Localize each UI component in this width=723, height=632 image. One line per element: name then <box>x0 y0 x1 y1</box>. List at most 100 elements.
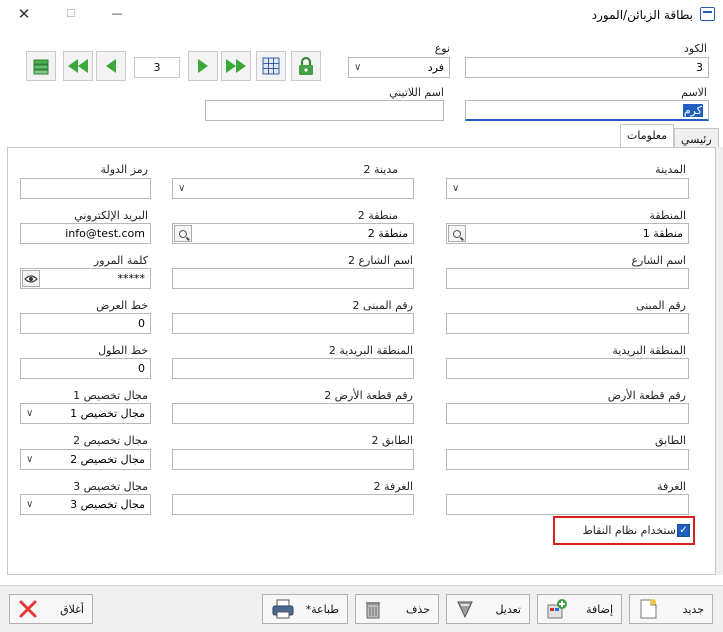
plot2-label: رقم قطعة الأرض 2 <box>324 389 413 402</box>
points-label: استخدام نظام النقاط <box>582 524 679 537</box>
minimize-window-icon[interactable]: — <box>106 4 128 24</box>
points-checkbox[interactable]: ✓ <box>677 524 690 537</box>
name-field[interactable]: كرم <box>465 100 709 121</box>
room-field[interactable] <box>446 494 689 515</box>
building-field[interactable] <box>446 313 689 334</box>
record-number-field[interactable]: 3 <box>134 57 180 78</box>
email-field[interactable]: info@test.com <box>20 223 151 244</box>
edit-button-label: تعديل <box>495 602 521 616</box>
tab-info[interactable]: معلومات <box>620 124 675 149</box>
chevron-down-icon: ∨ <box>354 62 362 73</box>
region2-label: منطقة 2 <box>357 209 398 222</box>
next-record-button[interactable] <box>188 51 218 81</box>
region-search-button[interactable] <box>448 225 466 242</box>
close-window-icon[interactable]: ✕ <box>13 4 35 24</box>
city-select[interactable]: ∨ <box>446 178 689 199</box>
type-select-value: فرد <box>427 61 444 74</box>
plot-label: رقم قطعة الأرض <box>607 389 686 402</box>
type-select[interactable]: فرد ∨ <box>348 57 450 78</box>
edit-button[interactable]: تعديل <box>446 594 530 624</box>
building2-field[interactable] <box>172 313 414 334</box>
printer-icon <box>272 599 294 619</box>
spec3-select-value: مجال تخصيص 3 <box>70 498 145 511</box>
new-button-label: جديد <box>682 602 704 616</box>
region-label: المنطقة <box>649 209 686 222</box>
grid-icon <box>262 57 280 75</box>
country-code-label: رمز الدولة <box>100 163 148 176</box>
chevron-down-icon: ∨ <box>26 408 34 419</box>
edit-icon <box>457 601 473 619</box>
type-label: نوع <box>434 42 450 55</box>
street-label: اسم الشارع <box>631 254 686 267</box>
region2-field[interactable]: منطقة 2 <box>172 223 414 244</box>
floor2-label: الطابق 2 <box>371 434 413 447</box>
building-label: رقم المبنى <box>636 299 686 312</box>
name-field-value: كرم <box>682 104 703 117</box>
postal2-field[interactable] <box>172 358 414 379</box>
spec3-label: مجال تخصيص 3 <box>73 480 148 493</box>
email-label: البريد الإلكتروني <box>74 209 148 222</box>
title-bar: بطاقة الزبائن/المورد ✕ ☐ — <box>0 0 723 30</box>
room2-label: الغرفة 2 <box>373 480 413 493</box>
database-icon <box>33 59 49 75</box>
maximize-window-icon[interactable]: ☐ <box>60 4 82 24</box>
spec2-select[interactable]: مجال تخصيص 2 ∨ <box>20 449 151 470</box>
latin-name-label: اسم اللاتيني <box>389 86 444 99</box>
building2-label: رقم المبنى 2 <box>352 299 413 312</box>
spec1-select[interactable]: مجال تخصيص 1 ∨ <box>20 403 151 424</box>
password-field[interactable]: ***** <box>20 268 151 289</box>
region2-field-value: منطقة 2 <box>367 227 408 240</box>
plot-field[interactable] <box>446 403 689 424</box>
code-field[interactable]: 3 <box>465 57 709 78</box>
window-icon <box>700 7 715 21</box>
show-password-button[interactable] <box>22 270 40 287</box>
last-record-button[interactable] <box>221 51 251 81</box>
chevron-down-icon: ∨ <box>26 454 34 465</box>
print-button[interactable]: طباعة* <box>262 594 348 624</box>
plot2-field[interactable] <box>172 403 414 424</box>
street2-label: اسم الشارع 2 <box>347 254 413 267</box>
delete-button-label: حذف <box>406 602 430 616</box>
floor-field[interactable] <box>446 449 689 470</box>
new-document-icon <box>640 599 657 619</box>
street2-field[interactable] <box>172 268 414 289</box>
trash-icon <box>366 602 380 619</box>
right-arrow-icon <box>198 59 208 73</box>
add-button[interactable]: إضافة <box>537 594 622 624</box>
scrollbar[interactable] <box>716 147 723 575</box>
region-field[interactable]: منطقة 1 <box>446 223 689 244</box>
latitude-label: خط العرض <box>96 299 148 312</box>
window-title: بطاقة الزبائن/المورد <box>591 8 693 22</box>
add-icon <box>547 599 567 619</box>
lock-button[interactable] <box>291 51 321 81</box>
chevron-down-icon: ∨ <box>178 183 186 194</box>
region2-search-button[interactable] <box>174 225 192 242</box>
password-value: ***** <box>117 272 146 285</box>
longitude-label: خط الطول <box>98 344 148 357</box>
double-left-arrow-icon <box>68 59 88 73</box>
region-field-value: منطقة 1 <box>642 227 683 240</box>
longitude-field[interactable]: 0 <box>20 358 151 379</box>
spec3-select[interactable]: مجال تخصيص 3 ∨ <box>20 494 151 515</box>
database-button[interactable] <box>26 51 56 81</box>
city2-select[interactable]: ∨ <box>172 178 414 199</box>
lock-icon <box>299 57 313 75</box>
password-label: كلمة المرور <box>93 254 148 267</box>
chevron-down-icon: ∨ <box>26 499 34 510</box>
first-record-button[interactable] <box>63 51 93 81</box>
room2-field[interactable] <box>172 494 414 515</box>
latin-name-field[interactable] <box>205 100 444 121</box>
country-code-field[interactable] <box>20 178 151 199</box>
close-button[interactable]: أغلاق <box>9 594 93 624</box>
previous-record-button[interactable] <box>96 51 126 81</box>
latitude-field[interactable]: 0 <box>20 313 151 334</box>
new-button[interactable]: جديد <box>629 594 713 624</box>
delete-button[interactable]: حذف <box>355 594 439 624</box>
postal-field[interactable] <box>446 358 689 379</box>
name-label: الاسم <box>681 86 707 99</box>
street-field[interactable] <box>446 268 689 289</box>
search-icon <box>453 229 461 238</box>
floor2-field[interactable] <box>172 449 414 470</box>
grid-view-button[interactable] <box>256 51 286 81</box>
spec2-select-value: مجال تخصيص 2 <box>70 453 145 466</box>
